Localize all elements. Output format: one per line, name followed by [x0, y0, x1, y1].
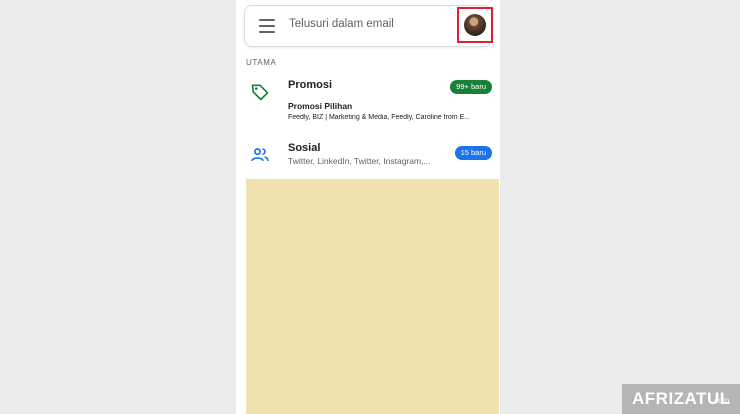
section-label: UTAMA	[246, 58, 277, 67]
watermark-suffix: .com	[712, 396, 730, 405]
hamburger-menu-icon[interactable]	[259, 19, 275, 33]
content-cover-overlay	[246, 179, 499, 414]
category-row-sosial[interactable]: Sosial 15 baru Twitter, LinkedIn, Twitte…	[236, 136, 500, 176]
tag-icon	[250, 82, 270, 102]
category-title: Sosial	[288, 142, 321, 154]
category-senders: Twitter, LinkedIn, Twitter, Instagram,..…	[288, 156, 431, 166]
avatar[interactable]	[464, 14, 486, 36]
category-senders: Feedly, BIZ | Marketing & Media, Feedly,…	[288, 114, 471, 121]
category-row-promosi[interactable]: Promosi 99+ baru Promosi Pilihan Feedly,…	[236, 70, 500, 128]
category-title: Promosi	[288, 79, 333, 91]
watermark-logo: AFRIZATUL .com	[622, 384, 740, 414]
people-icon	[250, 145, 270, 165]
search-bar[interactable]: Telusuri dalam email	[244, 5, 493, 47]
search-input[interactable]: Telusuri dalam email	[289, 18, 394, 30]
category-highlight-title: Promosi Pilihan	[288, 101, 353, 111]
account-avatar-highlight[interactable]	[457, 7, 493, 43]
new-count-badge: 99+ baru	[450, 80, 492, 94]
